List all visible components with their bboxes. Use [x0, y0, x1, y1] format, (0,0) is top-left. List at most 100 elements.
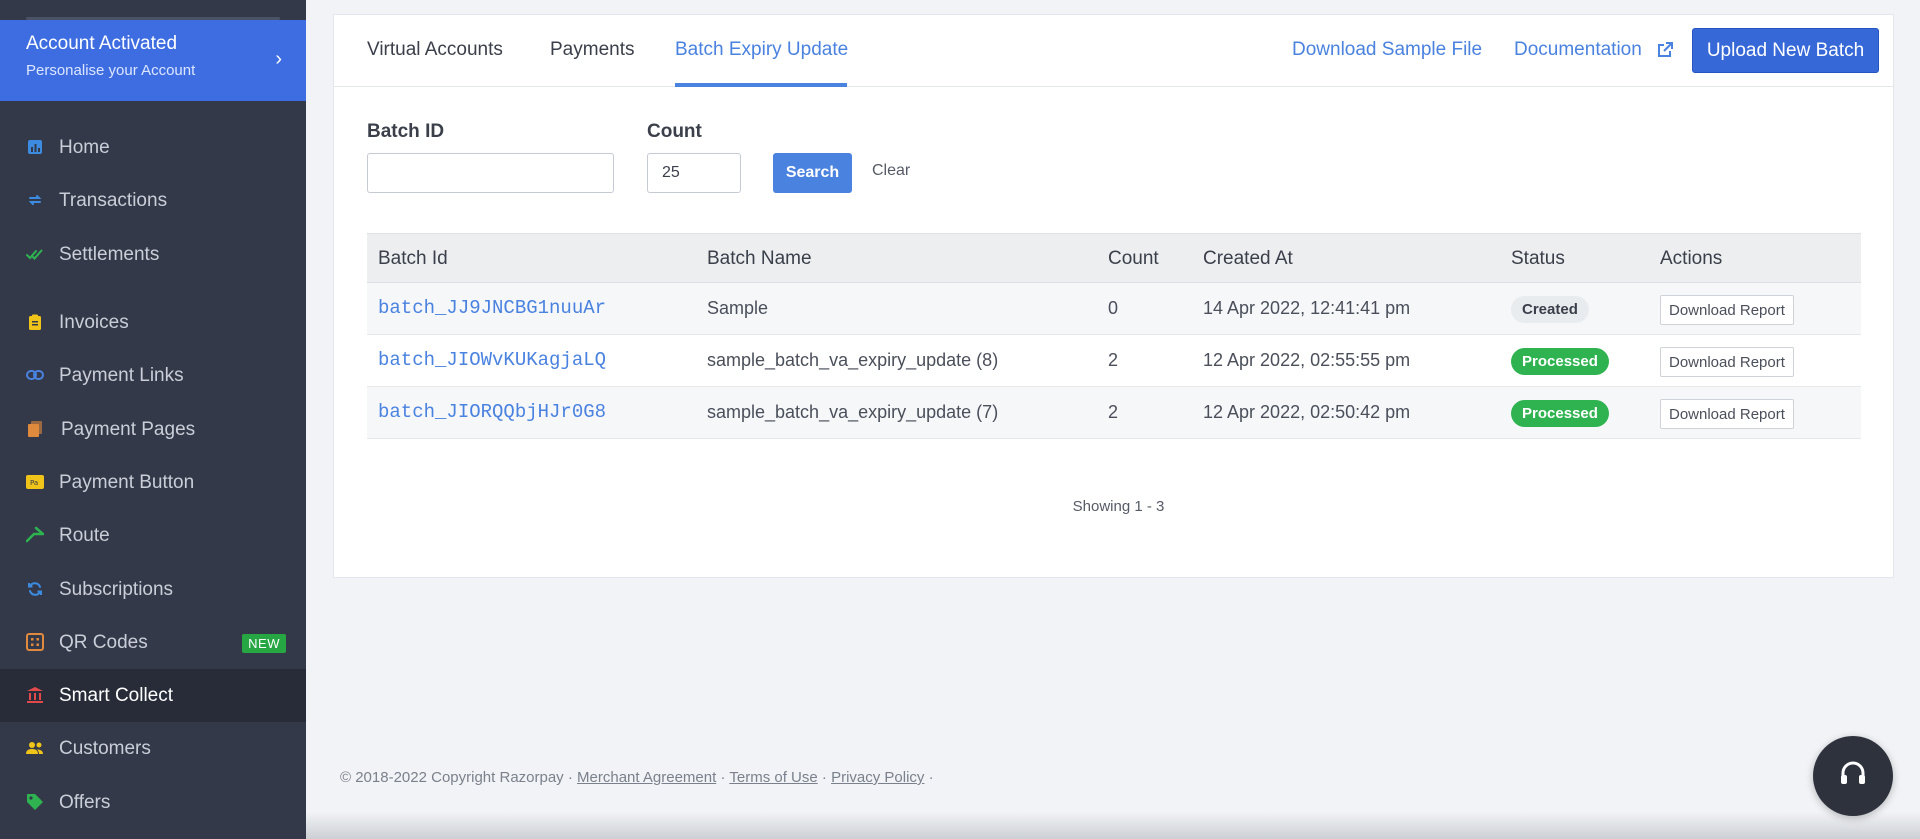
- refresh-icon: [26, 580, 44, 598]
- tab-batch-expiry-update[interactable]: Batch Expiry Update: [675, 39, 848, 61]
- sidebar-item-label: Smart Collect: [59, 684, 174, 706]
- clear-button[interactable]: Clear: [872, 162, 910, 180]
- merchant-agreement-link[interactable]: Merchant Agreement: [577, 769, 716, 786]
- sidebar-item-home[interactable]: Home: [0, 121, 306, 174]
- sidebar-item-label: QR Codes: [59, 631, 148, 653]
- sidebar-item-transactions[interactable]: Transactions: [0, 174, 306, 227]
- batch-expiry-card: Virtual Accounts Payments Batch Expiry U…: [333, 14, 1894, 578]
- sidebar-item-subscriptions[interactable]: Subscriptions: [0, 563, 306, 616]
- bank-icon: [26, 686, 44, 704]
- download-report-button[interactable]: Download Report: [1660, 399, 1794, 429]
- footer-copyright: © 2018-2022 Copyright Razorpay ·: [340, 769, 573, 786]
- status-badge: Processed: [1511, 400, 1609, 427]
- sidebar-item-settlements[interactable]: Settlements: [0, 228, 306, 281]
- sidebar-item-label: Payment Links: [59, 364, 184, 386]
- footer: © 2018-2022 Copyright Razorpay · Merchan…: [340, 769, 934, 786]
- status-badge: Processed: [1511, 348, 1609, 375]
- sidebar-item-invoices[interactable]: Invoices: [0, 296, 306, 349]
- batch-id-link[interactable]: batch_JJ9JNCBG1nuuAr: [378, 297, 606, 319]
- sidebar-item-payment-links[interactable]: Payment Links: [0, 349, 306, 402]
- tab-virtual-accounts[interactable]: Virtual Accounts: [367, 39, 503, 61]
- bottom-shade: [306, 812, 1920, 839]
- search-button[interactable]: Search: [773, 153, 852, 193]
- sidebar-item-label: Customers: [59, 737, 151, 759]
- footer-separator: ·: [928, 769, 934, 786]
- table-row: batch_JIORQQbjHJr0G8 sample_batch_va_exp…: [367, 387, 1861, 439]
- batch-name: Sample: [707, 298, 769, 318]
- active-tab-indicator: [675, 83, 847, 87]
- sidebar-item-smart-collect[interactable]: Smart Collect: [0, 669, 306, 722]
- account-activated-banner[interactable]: Account Activated Personalise your Accou…: [0, 20, 306, 101]
- external-link-icon[interactable]: [1656, 41, 1674, 59]
- batch-name: sample_batch_va_expiry_update (8): [707, 350, 999, 370]
- sidebar-item-label: Offers: [59, 791, 111, 813]
- sidebar: Account Activated Personalise your Accou…: [0, 0, 306, 839]
- pagination-text: Showing 1 - 3: [1072, 498, 1165, 515]
- column-header: Count: [1108, 248, 1159, 269]
- sidebar-item-qr-codes[interactable]: QR Codes NEW: [0, 616, 306, 669]
- sidebar-item-label: Home: [59, 136, 110, 158]
- sidebar-item-label: Invoices: [59, 311, 129, 333]
- batch-id-link[interactable]: batch_JIORQQbjHJr0G8: [378, 401, 606, 423]
- documentation-link[interactable]: Documentation: [1514, 39, 1642, 61]
- privacy-policy-link[interactable]: Privacy Policy: [831, 769, 924, 786]
- batch-name: sample_batch_va_expiry_update (7): [707, 402, 999, 422]
- count-label: Count: [647, 121, 702, 142]
- table-row: batch_JJ9JNCBG1nuuAr Sample 0 14 Apr 202…: [367, 283, 1861, 335]
- pagination-info: Showing 1 - 3: [334, 498, 1893, 515]
- batch-created-at: 14 Apr 2022, 12:41:41 pm: [1203, 298, 1411, 318]
- clipboard-icon: [26, 313, 44, 331]
- batch-count: 2: [1108, 402, 1119, 422]
- column-header: Status: [1511, 248, 1565, 269]
- batches-table: Batch Id Batch Name Count Created At Sta…: [367, 233, 1861, 439]
- users-icon: [26, 739, 44, 757]
- batch-id-label: Batch ID: [367, 121, 445, 142]
- account-activated-title: Account Activated: [26, 33, 178, 54]
- batch-count: 2: [1108, 350, 1119, 370]
- sidebar-item-offers[interactable]: Offers: [0, 776, 306, 829]
- headset-icon: [1837, 758, 1869, 795]
- pages-icon: [26, 420, 44, 438]
- column-header: Batch Id: [378, 248, 448, 269]
- sidebar-item-route[interactable]: Route: [0, 509, 306, 562]
- sidebar-item-label: Payment Pages: [61, 418, 196, 440]
- help-support-button[interactable]: [1813, 736, 1893, 816]
- status-badge: Created: [1511, 296, 1589, 323]
- link-icon: [26, 366, 44, 384]
- download-report-button[interactable]: Download Report: [1660, 295, 1794, 325]
- sidebar-item-label: Settlements: [59, 243, 160, 265]
- tab-payments[interactable]: Payments: [550, 39, 634, 61]
- download-sample-file-link[interactable]: Download Sample File: [1292, 39, 1482, 61]
- batch-created-at: 12 Apr 2022, 02:50:42 pm: [1203, 402, 1411, 422]
- batch-id-link[interactable]: batch_JIOWvKUKagjaLQ: [378, 349, 606, 371]
- bar-chart-icon: [26, 138, 44, 156]
- qr-code-icon: [26, 633, 44, 651]
- table-header: Batch Id Batch Name Count Created At Sta…: [367, 233, 1861, 283]
- sidebar-item-label: Route: [59, 524, 110, 546]
- table-row: batch_JIOWvKUKagjaLQ sample_batch_va_exp…: [367, 335, 1861, 387]
- column-header: Created At: [1203, 248, 1293, 269]
- sidebar-item-payment-pages[interactable]: Payment Pages: [0, 403, 306, 456]
- route-icon: [26, 526, 44, 544]
- svg-text:Pa: Pa: [30, 479, 38, 487]
- sidebar-item-payment-button[interactable]: Pa Payment Button: [0, 456, 306, 509]
- swap-icon: [26, 191, 44, 209]
- footer-separator: ·: [720, 769, 726, 786]
- count-input[interactable]: [647, 153, 741, 193]
- pay-button-icon: Pa: [26, 473, 44, 491]
- download-report-button[interactable]: Download Report: [1660, 347, 1794, 377]
- sidebar-item-customers[interactable]: Customers: [0, 722, 306, 775]
- tab-bar: Virtual Accounts Payments Batch Expiry U…: [334, 15, 1893, 87]
- sidebar-item-label: Subscriptions: [59, 578, 174, 600]
- chevron-right-icon: ›: [275, 48, 282, 70]
- sidebar-item-label: Payment Button: [59, 471, 195, 493]
- batch-id-input[interactable]: [367, 153, 614, 193]
- tag-icon: [26, 793, 44, 811]
- sidebar-item-label: Transactions: [59, 189, 168, 211]
- upload-new-batch-button[interactable]: Upload New Batch: [1692, 28, 1879, 73]
- terms-of-use-link[interactable]: Terms of Use: [729, 769, 817, 786]
- batch-created-at: 12 Apr 2022, 02:55:55 pm: [1203, 350, 1411, 370]
- column-header: Batch Name: [707, 248, 812, 269]
- column-header: Actions: [1660, 248, 1723, 269]
- footer-separator: ·: [821, 769, 827, 786]
